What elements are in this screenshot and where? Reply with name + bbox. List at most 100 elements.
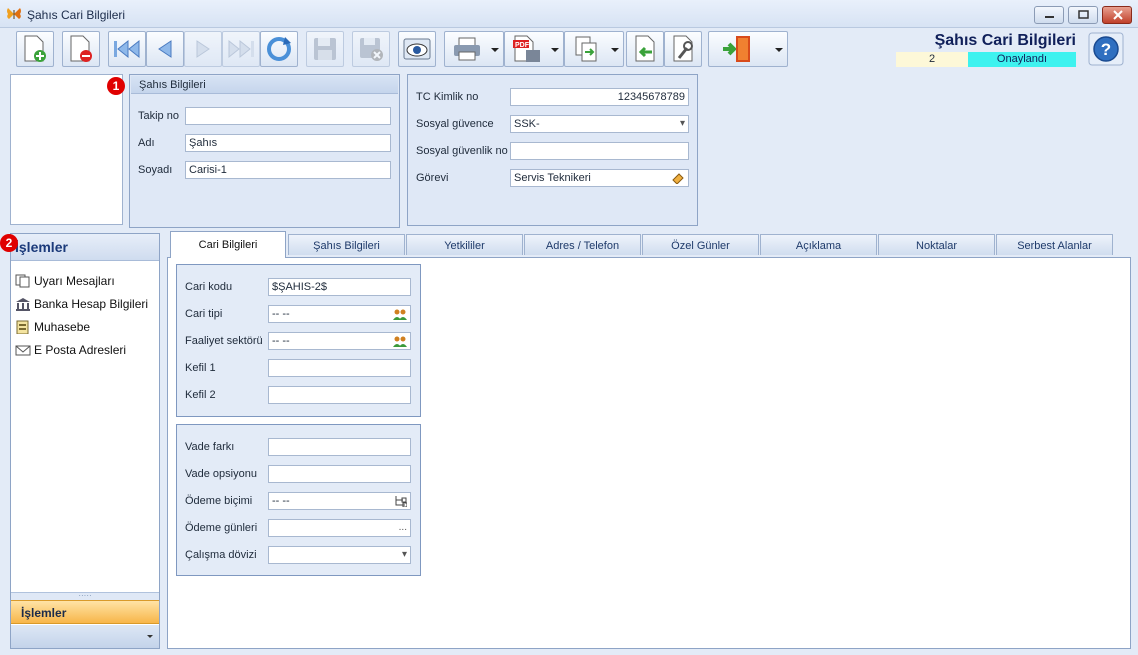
minimize-icon bbox=[1045, 16, 1054, 18]
save-cancel-button[interactable] bbox=[352, 31, 390, 67]
copy-icon bbox=[575, 36, 597, 62]
delete-document-icon bbox=[70, 35, 92, 62]
soyadi-label: Soyadı bbox=[138, 164, 173, 176]
preview-button[interactable] bbox=[398, 31, 436, 67]
chevron-down-icon: ▾ bbox=[401, 549, 407, 560]
tc-kimlik-field[interactable]: 12345678789 bbox=[510, 88, 689, 106]
identity-panel: TC Kimlik no 12345678789 Sosyal güvence … bbox=[407, 74, 698, 226]
nav-overflow[interactable] bbox=[11, 625, 159, 648]
sosyal-guvence-value: SSK- bbox=[514, 118, 540, 130]
kefil-1-field[interactable] bbox=[268, 359, 411, 377]
cari-kodu-field[interactable]: $ŞAHIS-2$ bbox=[268, 278, 411, 296]
pdf-icon: PDF bbox=[513, 35, 540, 62]
save-button[interactable] bbox=[306, 31, 344, 67]
soyadi-field[interactable]: Carisi-1 bbox=[185, 161, 391, 179]
faaliyet-sektoru-value: -- -- bbox=[272, 335, 290, 347]
svg-text:?: ? bbox=[1101, 40, 1111, 59]
cari-tipi-value: -- -- bbox=[272, 308, 290, 320]
window-title: Şahıs Cari Bilgileri bbox=[27, 8, 126, 22]
tc-kimlik-label: TC Kimlik no bbox=[416, 91, 479, 103]
kefil-2-label: Kefil 2 bbox=[185, 389, 216, 401]
tab-content: Cari kodu $ŞAHIS-2$ Cari tipi -- -- Faal… bbox=[167, 257, 1131, 649]
first-icon bbox=[114, 39, 140, 59]
chevron-down-icon bbox=[775, 48, 783, 52]
tab-aciklama[interactable]: Açıklama bbox=[760, 234, 877, 255]
adi-field[interactable]: Şahıs bbox=[185, 134, 391, 152]
last-icon bbox=[228, 39, 254, 59]
kefil-2-field[interactable] bbox=[268, 386, 411, 404]
faaliyet-sektoru-field[interactable]: -- -- bbox=[268, 332, 411, 350]
eraser-icon[interactable] bbox=[671, 172, 685, 184]
refresh-button[interactable] bbox=[260, 31, 298, 67]
sosyal-guvenlik-no-label: Sosyal güvenlik no bbox=[416, 145, 508, 157]
sosyal-guvence-label: Sosyal güvence bbox=[416, 118, 494, 130]
tab-ozel-gunler[interactable]: Özel Günler bbox=[642, 234, 759, 255]
photo-box[interactable] bbox=[10, 74, 123, 225]
odeme-bicimi-value: -- -- bbox=[272, 495, 290, 507]
operations-nav: İşlemler Uyarı Mesajları Banka Hesap Bil… bbox=[10, 233, 160, 649]
odeme-gunleri-label: Ödeme günleri bbox=[185, 522, 258, 534]
tab-sahis-bilgileri[interactable]: Şahıs Bilgileri bbox=[288, 234, 405, 255]
takip-no-field[interactable] bbox=[185, 107, 391, 125]
minimize-button[interactable] bbox=[1034, 6, 1064, 24]
people-icon[interactable] bbox=[393, 308, 407, 320]
sosyal-guvence-select[interactable]: SSK- ▾ bbox=[510, 115, 689, 133]
new-document-icon bbox=[24, 35, 46, 62]
import-icon bbox=[635, 35, 655, 62]
vade-farki-field[interactable] bbox=[268, 438, 411, 456]
people-icon[interactable] bbox=[393, 335, 407, 347]
chevron-down-icon bbox=[147, 635, 153, 638]
copy-button[interactable] bbox=[564, 31, 624, 67]
new-record-button[interactable] bbox=[16, 31, 54, 67]
next-record-button[interactable] bbox=[184, 31, 222, 67]
delete-record-button[interactable] bbox=[62, 31, 100, 67]
help-button[interactable]: ? bbox=[1088, 32, 1124, 66]
tab-yetkililer[interactable]: Yetkililer bbox=[406, 234, 523, 255]
envelope-icon bbox=[15, 345, 31, 356]
close-button[interactable] bbox=[1102, 6, 1132, 24]
tab-cari-bilgileri[interactable]: Cari Bilgileri bbox=[170, 231, 286, 258]
tab-adres-telefon[interactable]: Adres / Telefon bbox=[524, 234, 641, 255]
page-title: Şahıs Cari Bilgileri bbox=[934, 32, 1076, 49]
bank-icon bbox=[16, 298, 30, 311]
print-button[interactable] bbox=[444, 31, 504, 67]
calisma-dovizi-select[interactable]: ▾ bbox=[268, 546, 411, 564]
maximize-button[interactable] bbox=[1068, 6, 1098, 24]
tools-button[interactable] bbox=[664, 31, 702, 67]
splitter-handle[interactable]: ····· bbox=[11, 592, 159, 600]
sosyal-guvenlik-no-field[interactable] bbox=[510, 142, 689, 160]
odeme-bicimi-field[interactable]: -- -- bbox=[268, 492, 411, 510]
tab-serbest-alanlar[interactable]: Serbest Alanlar bbox=[996, 234, 1113, 255]
nav-item-label: Banka Hesap Bilgileri bbox=[34, 297, 149, 311]
adi-label: Adı bbox=[138, 137, 155, 149]
maximize-icon bbox=[1078, 10, 1089, 19]
gorevi-field[interactable]: Servis Teknikeri bbox=[510, 169, 689, 187]
odeme-gunleri-field[interactable]: ... bbox=[268, 519, 411, 537]
person-panel: Şahıs Bilgileri Takip no Adı Şahıs Soyad… bbox=[129, 74, 400, 228]
cari-tipi-field[interactable]: -- -- bbox=[268, 305, 411, 323]
wrench-icon bbox=[673, 35, 693, 62]
ledger-icon bbox=[16, 320, 29, 334]
previous-icon bbox=[158, 40, 172, 58]
record-number: 2 bbox=[896, 52, 968, 67]
vade-opsiyonu-field[interactable] bbox=[268, 465, 411, 483]
ellipsis-button[interactable]: ... bbox=[399, 522, 407, 533]
previous-record-button[interactable] bbox=[146, 31, 184, 67]
cari-tipi-label: Cari tipi bbox=[185, 308, 223, 320]
first-record-button[interactable] bbox=[108, 31, 146, 67]
import-button[interactable] bbox=[626, 31, 664, 67]
status-badge: Onaylandı bbox=[968, 52, 1076, 67]
nav-item-label: Uyarı Mesajları bbox=[34, 274, 115, 288]
tab-noktalar[interactable]: Noktalar bbox=[878, 234, 995, 255]
tree-icon[interactable] bbox=[393, 495, 407, 507]
last-record-button[interactable] bbox=[222, 31, 260, 67]
vade-opsiyonu-label: Vade opsiyonu bbox=[185, 468, 257, 480]
export-pdf-button[interactable]: PDF bbox=[504, 31, 564, 67]
nav-group-active[interactable]: İşlemler bbox=[11, 600, 159, 624]
exit-button[interactable] bbox=[708, 31, 788, 67]
messages-icon bbox=[15, 274, 30, 288]
cari-kodu-label: Cari kodu bbox=[185, 281, 233, 293]
svg-text:PDF: PDF bbox=[515, 42, 530, 49]
faaliyet-sektoru-label: Faaliyet sektörü bbox=[185, 335, 263, 347]
title-bar: Şahıs Cari Bilgileri bbox=[0, 0, 1138, 28]
